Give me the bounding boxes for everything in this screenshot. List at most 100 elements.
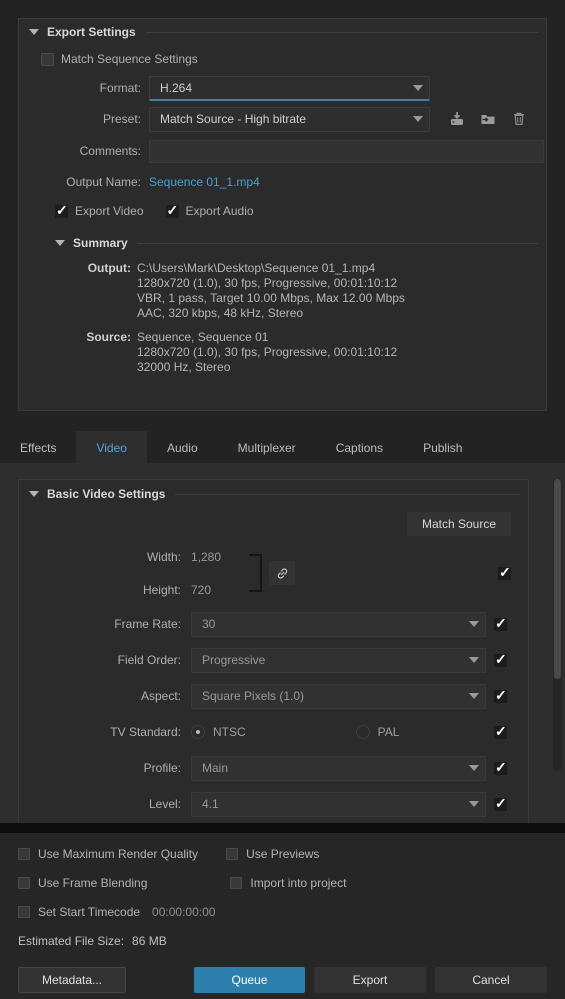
match-sequence-settings-checkbox[interactable] [41, 52, 54, 66]
estimated-file-size-label: Estimated File Size: [18, 934, 125, 948]
level-dropdown[interactable]: 4.1 [191, 791, 486, 817]
summary-source-key: Source: [86, 330, 131, 344]
profile-label: Profile: [143, 761, 181, 775]
set-start-timecode-checkbox[interactable] [18, 905, 30, 918]
estimated-file-size-value: 86 MB [132, 934, 167, 948]
tab-audio[interactable]: Audio [146, 431, 218, 464]
frame-rate-checkbox[interactable] [494, 615, 507, 631]
match-sequence-settings-row[interactable]: Match Sequence Settings [19, 45, 546, 73]
height-value-wrap[interactable]: 720 [191, 573, 249, 606]
aspect-dropdown[interactable]: Square Pixels (1.0) [191, 683, 486, 709]
export-video-checkbox[interactable] [55, 202, 68, 218]
tv-standard-options: NTSC PAL [191, 725, 486, 739]
dimension-link-bracket [249, 554, 262, 592]
dimensions-checkbox[interactable] [498, 564, 511, 580]
frame-rate-dropdown[interactable]: 30 [191, 611, 486, 637]
tab-label: Audio [166, 440, 198, 455]
tab-label: Effects [20, 440, 57, 455]
use-max-render-quality-checkbox[interactable] [18, 847, 30, 860]
scrollbar-thumb[interactable] [554, 479, 561, 679]
comments-row: Comments: [19, 135, 546, 167]
use-frame-blending-label: Use Frame Blending [38, 875, 148, 890]
width-value-wrap[interactable]: 1,280 [191, 540, 249, 573]
summary-source-block: Source: Sequence, Sequence 01 1280x720 (… [19, 330, 546, 375]
summary-header[interactable]: Summary [19, 231, 546, 255]
summary-output-lines: C:\Users\Mark\Desktop\Sequence 01_1.mp4 … [137, 261, 405, 321]
match-sequence-settings-label: Match Sequence Settings [61, 52, 198, 66]
field-order-dropdown[interactable]: Progressive [191, 647, 486, 673]
summary-collapse-triangle-icon[interactable] [55, 240, 65, 246]
tab-label: Publish [423, 440, 463, 455]
save-preset-icon[interactable] [447, 109, 467, 129]
video-settings-scrollbar[interactable] [553, 479, 562, 771]
summary-source-line: Sequence, Sequence 01 [137, 330, 269, 344]
settings-tabs: Effects Video Audio Multiplexer Captions… [0, 430, 565, 464]
collapse-triangle-icon[interactable] [29, 29, 39, 35]
chevron-down-icon [469, 765, 479, 771]
video-collapse-triangle-icon[interactable] [29, 491, 39, 497]
tv-standard-checkbox[interactable] [494, 723, 507, 739]
format-value: H.264 [160, 80, 193, 95]
preset-label: Preset: [102, 112, 141, 126]
export-media-row: Export Video Export Audio [19, 197, 546, 225]
field-order-row: Field Order: Progressive [19, 642, 528, 678]
use-previews-checkbox[interactable] [226, 847, 239, 860]
render-options-row-2: Use Frame Blending Import into project [0, 868, 565, 897]
field-order-value: Progressive [202, 653, 266, 667]
link-icon[interactable] [269, 561, 295, 585]
summary-source-line: 1280x720 (1.0), 30 fps, Progressive, 00:… [137, 345, 398, 359]
tv-standard-label: TV Standard: [110, 725, 181, 739]
basic-video-settings-header[interactable]: Basic Video Settings [19, 480, 528, 508]
metadata-button[interactable]: Metadata... [18, 967, 126, 993]
width-row: Width: [19, 540, 191, 573]
tab-effects[interactable]: Effects [0, 431, 77, 464]
pal-radio[interactable] [355, 725, 370, 739]
level-checkbox[interactable] [494, 795, 507, 811]
pal-label: PAL [377, 725, 400, 739]
format-dropdown[interactable]: H.264 [149, 75, 430, 101]
delete-preset-icon[interactable] [509, 109, 529, 129]
import-into-project-checkbox[interactable] [230, 876, 243, 889]
export-settings-header[interactable]: Export Settings [19, 19, 546, 45]
match-source-row: Match Source [19, 508, 528, 540]
estimated-file-size-row: Estimated File Size: 86 MB [0, 926, 565, 956]
import-into-project-label: Import into project [250, 875, 347, 890]
match-source-button[interactable]: Match Source [406, 512, 511, 536]
level-value: 4.1 [202, 797, 219, 811]
start-timecode-row: Set Start Timecode 00:00:00:00 [0, 897, 565, 926]
chevron-down-icon [469, 657, 479, 663]
tab-label: Video [96, 440, 127, 455]
dialog-footer: Use Maximum Render Quality Use Previews … [0, 833, 565, 999]
basic-video-settings-panel: Basic Video Settings Match Source Width:… [18, 479, 529, 823]
queue-button[interactable]: Queue [194, 967, 305, 993]
frame-rate-value: 30 [202, 617, 216, 631]
use-previews-label: Use Previews [246, 846, 320, 861]
import-preset-icon[interactable] [478, 109, 498, 129]
export-audio-checkbox[interactable] [165, 202, 179, 218]
tab-captions[interactable]: Captions [315, 431, 404, 464]
profile-checkbox[interactable] [494, 759, 507, 775]
field-order-checkbox[interactable] [494, 651, 507, 667]
profile-dropdown[interactable]: Main [191, 755, 486, 781]
summary-output-line: C:\Users\Mark\Desktop\Sequence 01_1.mp4 [137, 261, 376, 275]
start-timecode-value[interactable]: 00:00:00:00 [152, 905, 215, 919]
preset-value: Match Source - High bitrate [160, 112, 307, 126]
aspect-checkbox[interactable] [494, 687, 507, 703]
use-frame-blending-checkbox[interactable] [18, 876, 30, 889]
tab-video[interactable]: Video [76, 431, 147, 464]
level-label: Level: [148, 797, 181, 811]
output-name-link[interactable]: Sequence 01_1.mp4 [149, 175, 260, 189]
chevron-down-icon [413, 84, 423, 91]
export-button[interactable]: Export [314, 967, 426, 993]
profile-row: Profile: Main [19, 750, 528, 786]
tab-publish[interactable]: Publish [403, 431, 483, 464]
cancel-button[interactable]: Cancel [435, 967, 547, 993]
summary-source-lines: Sequence, Sequence 01 1280x720 (1.0), 30… [137, 330, 397, 375]
header-rule [145, 31, 538, 33]
tab-multiplexer[interactable]: Multiplexer [217, 431, 316, 464]
comments-input[interactable] [149, 139, 544, 163]
preset-dropdown[interactable]: Match Source - High bitrate [149, 106, 430, 132]
ntsc-radio[interactable] [191, 725, 205, 739]
export-settings-title: Export Settings [47, 25, 136, 39]
field-order-label: Field Order: [117, 653, 181, 667]
